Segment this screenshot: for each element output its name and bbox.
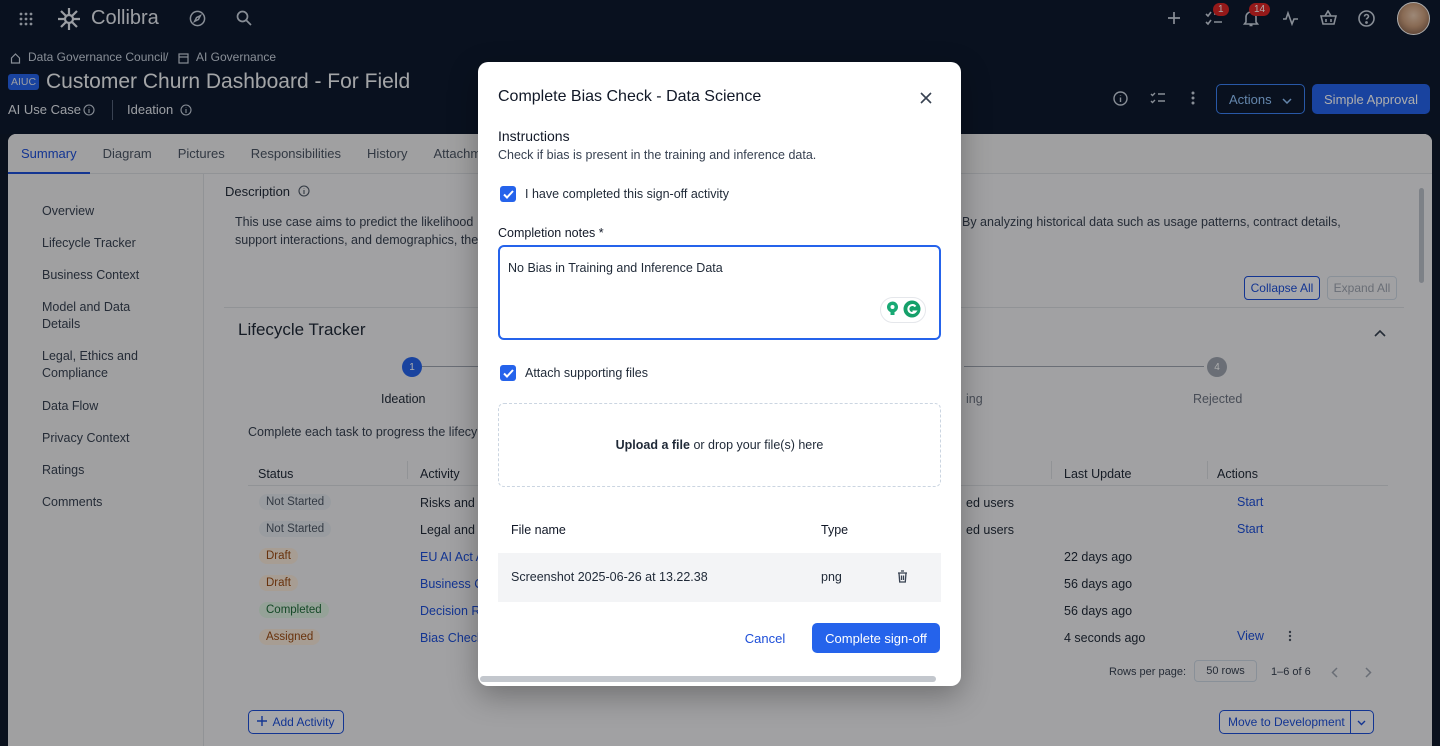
attach-files-checkbox[interactable] bbox=[500, 365, 516, 381]
grammarly-icon bbox=[903, 300, 921, 321]
complete-signoff-button[interactable]: Complete sign-off bbox=[812, 623, 940, 653]
lightbulb-icon bbox=[886, 301, 899, 319]
bias-check-dialog: Complete Bias Check - Data Science Instr… bbox=[478, 62, 961, 686]
complete-signoff-label: Complete sign-off bbox=[825, 630, 927, 646]
file-row: Screenshot 2025-06-26 at 13.22.38 png bbox=[498, 553, 941, 602]
signoff-checkbox[interactable] bbox=[500, 186, 516, 202]
instructions-text: Check if bias is present in the training… bbox=[498, 148, 817, 162]
upload-file-link[interactable]: Upload a file bbox=[616, 438, 690, 452]
file-name-header: File name bbox=[511, 523, 566, 537]
completion-notes-field[interactable]: No Bias in Training and Inference Data bbox=[498, 245, 941, 340]
cancel-button[interactable]: Cancel bbox=[734, 623, 796, 653]
instructions-heading: Instructions bbox=[498, 128, 570, 144]
file-name-cell: Screenshot 2025-06-26 at 13.22.38 bbox=[511, 570, 708, 584]
trash-icon[interactable] bbox=[897, 570, 908, 586]
file-dropzone[interactable]: Upload a file or drop your file(s) here bbox=[498, 403, 941, 487]
dialog-title: Complete Bias Check - Data Science bbox=[498, 88, 762, 105]
completion-notes-label: Completion notes * bbox=[498, 226, 604, 240]
close-icon[interactable] bbox=[920, 92, 932, 107]
file-type-header: Type bbox=[821, 523, 849, 537]
file-type-cell: png bbox=[821, 570, 842, 584]
dialog-scrollbar[interactable] bbox=[480, 676, 936, 682]
upload-hint: or drop your file(s) here bbox=[689, 438, 824, 452]
completion-notes-value: No Bias in Training and Inference Data bbox=[508, 261, 723, 275]
attach-files-label[interactable]: Attach supporting files bbox=[525, 366, 648, 380]
signoff-checkbox-label[interactable]: I have completed this sign-off activity bbox=[525, 187, 729, 201]
cancel-label: Cancel bbox=[744, 630, 786, 646]
grammarly-widget[interactable] bbox=[880, 297, 926, 323]
